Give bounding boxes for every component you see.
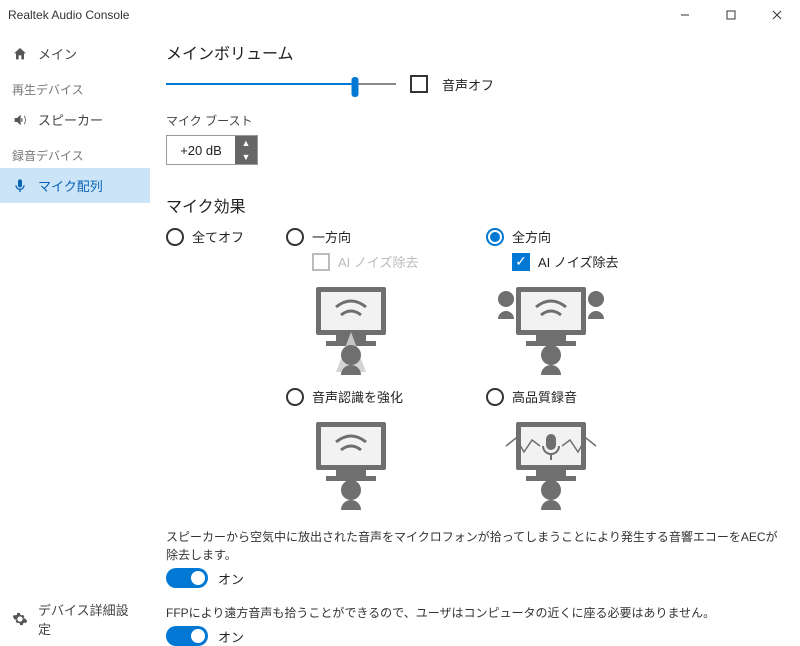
maximize-button[interactable] [708, 0, 754, 30]
sidebar-section-recording: 録音デバイス [0, 137, 150, 168]
illustration-voice-recognition [286, 412, 416, 512]
aec-description: スピーカーから空気中に放出された音声をマイクロフォンが拾ってしまうことにより発生… [166, 528, 780, 564]
boost-label: マイク ブースト [166, 112, 780, 129]
ai-nr-onedir-checkbox [312, 253, 330, 271]
radio-hq-recording-label: 高品質録音 [512, 387, 577, 406]
boost-up-button[interactable]: ▲ [235, 136, 257, 150]
illustration-hq-recording [486, 412, 616, 512]
radio-omni-label: 全方向 [512, 227, 551, 246]
illustration-one-direction [286, 277, 416, 377]
speaker-icon [12, 112, 28, 128]
radio-hq-recording[interactable]: 高品質録音 [486, 387, 577, 406]
boost-value: +20 dB [167, 136, 235, 164]
illustration-omni [486, 277, 616, 377]
radio-voice-recognition[interactable]: 音声認識を強化 [286, 387, 403, 406]
volume-slider[interactable] [166, 74, 396, 94]
sidebar-section-playback: 再生デバイス [0, 71, 150, 102]
main-content: メインボリューム 音声オフ マイク ブースト +20 dB ▲ ▼ マイク効果 [150, 30, 800, 646]
boost-down-button[interactable]: ▼ [235, 150, 257, 164]
ffp-description: FFPにより遠方音声も拾うことができるので、ユーザはコンピュータの近くに座る必要… [166, 604, 780, 622]
radio-all-off[interactable]: 全てオフ [166, 227, 244, 246]
home-icon [12, 46, 28, 62]
sidebar-item-mic-array[interactable]: マイク配列 [0, 168, 150, 203]
sidebar-main-label: メイン [38, 44, 77, 63]
ai-nr-omni-label: AI ノイズ除去 [538, 252, 619, 271]
sidebar: メイン 再生デバイス スピーカー 録音デバイス マイク配列 デバイス詳細設定 [0, 30, 150, 646]
sidebar-item-main[interactable]: メイン [0, 36, 150, 71]
gear-icon [12, 611, 28, 627]
aec-state-label: オン [218, 569, 244, 588]
ai-nr-onedir-label: AI ノイズ除去 [338, 252, 419, 271]
radio-all-off-label: 全てオフ [192, 227, 244, 246]
window-controls [662, 0, 800, 30]
volume-title: メインボリューム [166, 40, 780, 64]
aec-toggle[interactable] [166, 568, 208, 588]
boost-spinbox[interactable]: +20 dB ▲ ▼ [166, 135, 258, 165]
mute-label: 音声オフ [442, 75, 494, 94]
radio-one-direction-label: 一方向 [312, 227, 351, 246]
microphone-icon [12, 178, 28, 194]
radio-one-direction[interactable]: 一方向 [286, 227, 351, 246]
sidebar-mic-array-label: マイク配列 [38, 176, 103, 195]
app-title: Realtek Audio Console [8, 8, 129, 22]
radio-voice-recognition-label: 音声認識を強化 [312, 387, 403, 406]
sidebar-item-advanced[interactable]: デバイス詳細設定 [0, 592, 150, 646]
sidebar-item-speaker[interactable]: スピーカー [0, 102, 150, 137]
close-button[interactable] [754, 0, 800, 30]
title-bar: Realtek Audio Console [0, 0, 800, 30]
sidebar-advanced-label: デバイス詳細設定 [38, 600, 138, 638]
effects-title: マイク効果 [166, 193, 780, 217]
radio-omni[interactable]: 全方向 [486, 227, 551, 246]
ai-nr-omni-checkbox[interactable]: ✓ [512, 253, 530, 271]
minimize-button[interactable] [662, 0, 708, 30]
ffp-state-label: オン [218, 627, 244, 646]
ffp-toggle[interactable] [166, 626, 208, 646]
sidebar-speaker-label: スピーカー [38, 110, 103, 129]
mute-checkbox[interactable] [410, 75, 428, 93]
